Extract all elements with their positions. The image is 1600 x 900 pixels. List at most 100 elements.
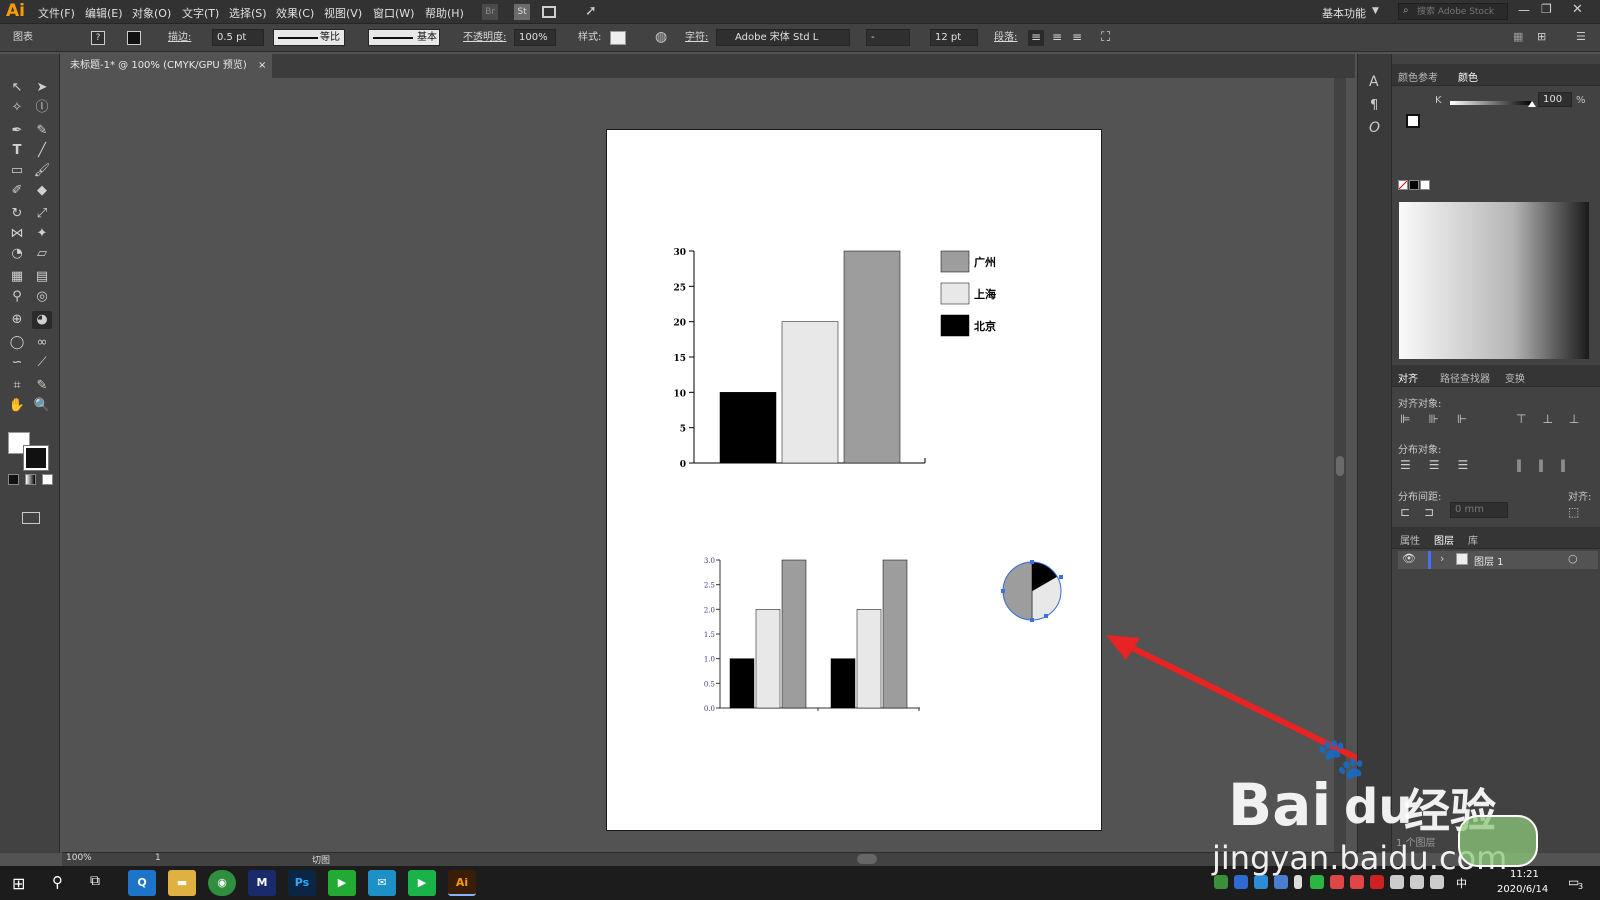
puppet-warp-tool-icon[interactable]: ✦ (32, 225, 52, 243)
tray-app-icon[interactable] (1254, 875, 1268, 889)
file-explorer-icon[interactable]: ▬ (168, 870, 196, 896)
tab-pathfinder[interactable]: 路径查找器 (1440, 370, 1490, 385)
visibility-eye-icon[interactable]: 👁 (1402, 552, 1416, 565)
scale-tool-icon[interactable]: ⤢ (32, 205, 52, 223)
menu-view[interactable]: 视图(V) (324, 5, 362, 21)
font-size-field[interactable]: 12 pt (930, 29, 978, 46)
recolor-globe-icon[interactable]: ◍ (655, 29, 667, 45)
close-icon[interactable]: ✕ (1572, 2, 1583, 17)
gradient-tool-icon[interactable]: ▤ (32, 268, 52, 286)
tray-bluetooth-icon[interactable] (1274, 875, 1288, 889)
none-mode-icon[interactable] (42, 474, 53, 485)
artboard-number[interactable]: 1 (155, 853, 161, 863)
menu-type[interactable]: 文字(T) (182, 5, 219, 21)
tray-pen-icon[interactable] (1430, 875, 1444, 889)
character-panel-icon[interactable]: A (1369, 74, 1379, 90)
layer-name[interactable]: 图层 1 (1474, 553, 1504, 568)
line-segment-tool-icon[interactable]: ╱ (32, 142, 52, 160)
paintbrush-tool-icon[interactable]: 🖌 (32, 162, 52, 180)
tray-volume-icon[interactable] (1410, 875, 1424, 889)
eraser-tool-icon[interactable]: ◆ (32, 182, 52, 200)
type-tool-icon[interactable]: T (7, 142, 27, 160)
qq-browser-icon[interactable]: Q (128, 870, 156, 896)
lasso-tool-icon[interactable]: ⓛ (32, 99, 52, 117)
tray-nvidia-icon[interactable] (1214, 875, 1228, 889)
perspective-grid-tool-icon[interactable]: ▱ (32, 245, 52, 263)
target-circle-icon[interactable]: ○ (1568, 552, 1578, 565)
opacity-field[interactable]: 100% (514, 29, 556, 46)
task-view-icon[interactable]: ⧉ (90, 873, 100, 889)
document-tab[interactable]: 未标题-1* @ 100% (CMYK/GPU 预览) × (62, 54, 272, 78)
stroke-weight-field[interactable]: 0.5 pt (212, 29, 264, 46)
align-center-icon[interactable]: ≡ (1049, 30, 1065, 46)
clock-date[interactable]: 2020/6/14 (1497, 884, 1548, 895)
fill-swatch[interactable]: ? (91, 31, 105, 45)
close-tab-icon[interactable]: × (258, 54, 266, 78)
shaper-tool-icon[interactable]: ✐ (7, 182, 27, 200)
slice-tool-icon[interactable]: ∞ (32, 334, 52, 352)
panel-menu-icon[interactable]: ☰ (1576, 30, 1586, 43)
distribute-horizontal-icons[interactable]: ☰☰☰ (1400, 458, 1486, 472)
stock-button[interactable]: St (514, 4, 530, 20)
tray-shield-icon[interactable] (1234, 875, 1248, 889)
knife-tool-icon[interactable]: ⟋ (32, 354, 52, 372)
tray-red2-icon[interactable] (1370, 875, 1384, 889)
align-vertical-icons[interactable]: ⊤⊥⊥ (1516, 412, 1595, 426)
tab-color[interactable]: 颜色 (1458, 69, 1478, 84)
tab-layers[interactable]: 图层 (1434, 532, 1454, 547)
distribute-vertical-icons[interactable]: ‖‖‖ (1516, 458, 1582, 472)
black-swatch[interactable] (1409, 180, 1419, 190)
brush-definition[interactable]: 基本 (368, 29, 440, 46)
align-options-icon[interactable]: ▦ (1513, 30, 1523, 43)
stock-search-input[interactable] (1417, 5, 1505, 18)
spacing-icons[interactable]: ⊏⊐ (1400, 505, 1448, 519)
tab-transform[interactable]: 变换 (1505, 370, 1525, 385)
eyedropper-tool-icon[interactable]: ⚲ (7, 288, 27, 306)
curve-tool-icon[interactable]: ∽ (7, 354, 27, 372)
minimize-icon[interactable]: — (1518, 3, 1530, 17)
workspace-switcher[interactable]: 基本功能 (1322, 5, 1366, 21)
hand-tool-icon[interactable]: ✋ (7, 397, 27, 415)
transform-options-icon[interactable]: ⊞ (1537, 30, 1546, 43)
search-icon[interactable]: ⚲ (52, 873, 63, 891)
k-value-field[interactable]: 100 (1538, 92, 1572, 107)
color-mode-icon[interactable] (8, 474, 19, 485)
app-icon-m[interactable]: M (248, 870, 276, 896)
restore-icon[interactable]: ❐ (1541, 2, 1552, 16)
color-spectrum[interactable] (1399, 202, 1589, 359)
artboard-tool-icon[interactable]: ◯ (7, 334, 27, 352)
chrome-icon[interactable]: ◉ (208, 870, 236, 896)
pie-graph-tool-icon[interactable]: ◕ (32, 311, 52, 329)
tray-network-icon[interactable] (1390, 875, 1404, 889)
stroke-label[interactable]: 描边: (168, 30, 191, 46)
menu-window[interactable]: 窗口(W) (373, 5, 414, 21)
layer-row[interactable]: 👁 › 图层 1 ○ (1398, 551, 1598, 569)
stroke-color-box[interactable] (23, 445, 49, 471)
white-swatch[interactable] (1420, 180, 1430, 190)
direct-selection-tool-icon[interactable]: ➤ (32, 79, 52, 97)
opacity-label[interactable]: 不透明度: (463, 30, 506, 46)
zoom-tool-icon[interactable]: 🔍 (32, 397, 52, 415)
current-tool-status[interactable]: 切图 (312, 853, 330, 866)
opentype-panel-icon[interactable]: O (1369, 120, 1380, 136)
send-icon[interactable]: ➚ (585, 3, 597, 19)
gradient-mode-icon[interactable] (25, 474, 36, 485)
tab-properties[interactable]: 属性 (1400, 532, 1420, 547)
tab-libraries[interactable]: 库 (1468, 532, 1478, 547)
stroke-swatch[interactable] (127, 31, 141, 45)
horizontal-scrollbar-thumb[interactable] (857, 854, 877, 864)
tray-mic-icon[interactable] (1294, 875, 1302, 889)
iqiyi-icon[interactable]: ▶ (328, 870, 356, 896)
align-to-selection-icon[interactable]: ⬚ (1568, 505, 1579, 519)
bridge-button[interactable]: Br (482, 4, 498, 20)
zoom-level[interactable]: 100% (66, 853, 92, 863)
tab-align[interactable]: 对齐 (1398, 370, 1418, 385)
screen-mode-icon[interactable] (22, 512, 40, 524)
graphic-style-swatch[interactable] (610, 31, 626, 45)
rectangle-tool-icon[interactable]: ▭ (7, 162, 27, 180)
menu-help[interactable]: 帮助(H) (425, 5, 464, 21)
rotate-tool-icon[interactable]: ↻ (7, 205, 27, 223)
chevron-down-icon[interactable]: ▼ (1372, 6, 1379, 16)
expand-layer-icon[interactable]: › (1440, 552, 1444, 565)
arrange-documents-icon[interactable] (542, 6, 556, 18)
